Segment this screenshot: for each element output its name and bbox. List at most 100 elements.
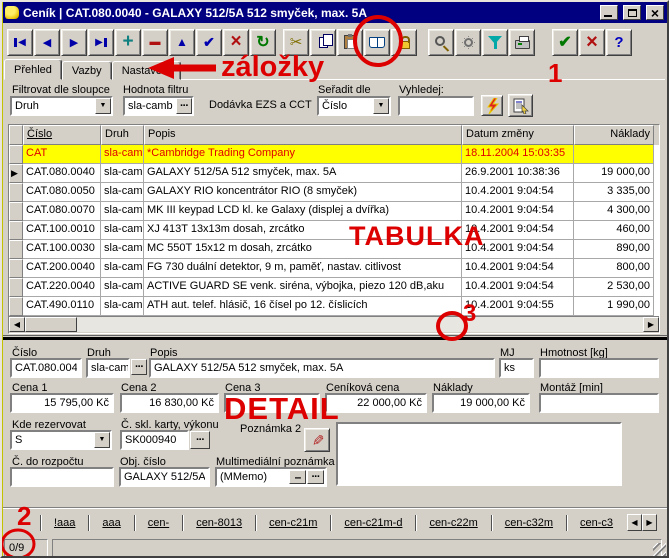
minimize-button[interactable]	[600, 5, 618, 20]
maximize-button[interactable]	[623, 5, 641, 20]
chevron-down-icon[interactable]	[94, 432, 110, 448]
column-header[interactable]: Číslo	[23, 125, 101, 145]
scroll-right-arrow[interactable]: ▶	[643, 317, 659, 332]
cell: *Cambridge Trading Company	[144, 145, 462, 164]
cislo-field[interactable]	[10, 358, 82, 378]
cena1-field[interactable]	[10, 393, 114, 413]
mmemo-field[interactable]: (MMemo)	[215, 467, 327, 487]
copy-button[interactable]	[310, 29, 336, 56]
tab-vazby[interactable]: Vazby	[62, 61, 112, 80]
scroll-thumb[interactable]	[25, 317, 77, 332]
cena3-field[interactable]	[224, 393, 320, 413]
mmemo-open-button[interactable]	[307, 470, 324, 484]
table-row[interactable]: ▶CAT.080.0040sla-cambGALAXY 512/5A 512 s…	[9, 164, 659, 183]
scroll-left-arrow[interactable]: ◀	[9, 317, 25, 332]
mj-field[interactable]	[499, 358, 534, 378]
title-bar[interactable]: Ceník | CAT.080.0040 - GALAXY 512/5A 512…	[2, 2, 667, 23]
document-select-icon	[513, 98, 529, 114]
resize-grip[interactable]	[653, 543, 666, 556]
cena2-field[interactable]	[120, 393, 219, 413]
bottom-tab[interactable]: cen-c21m	[256, 515, 330, 531]
settings-button[interactable]	[455, 29, 481, 56]
cancel-button[interactable]	[579, 29, 605, 56]
filter-value-input[interactable]: sla-camb	[123, 96, 194, 116]
chevron-down-icon[interactable]	[373, 98, 389, 114]
cell: 1 990,00	[574, 297, 654, 316]
montaz-field[interactable]	[539, 393, 659, 413]
first-record-button[interactable]	[7, 29, 33, 56]
cancel-edit-button[interactable]	[223, 29, 249, 56]
delete-record-button[interactable]	[142, 29, 168, 56]
grid-hscrollbar[interactable]: ◀ ▶	[9, 316, 659, 332]
scroll-track[interactable]	[77, 317, 643, 332]
column-header[interactable]: Datum změny	[462, 125, 574, 145]
ellipsis-icon[interactable]	[176, 98, 192, 114]
bottom-tab[interactable]: cen-	[135, 515, 182, 531]
post-edit-button[interactable]	[196, 29, 222, 56]
insert-record-button[interactable]	[115, 29, 141, 56]
table-row[interactable]: CAT.100.0010sla-cambXJ 413T 13x13m dosah…	[9, 221, 659, 240]
table-row[interactable]: CAT.490.0110sla-cambATH aut. telef. hlás…	[9, 297, 659, 316]
cut-button[interactable]	[283, 29, 309, 56]
druh-lookup-button[interactable]	[131, 359, 147, 375]
next-record-button[interactable]	[61, 29, 87, 56]
table-row[interactable]: CAT.080.0050sla-cambGALAXY RIO koncentrá…	[9, 183, 659, 202]
prior-record-button[interactable]	[34, 29, 60, 56]
bottom-tab[interactable]: cen-c22m	[416, 515, 490, 531]
chevron-down-icon[interactable]	[95, 98, 111, 114]
paste-button[interactable]	[337, 29, 363, 56]
druh-field[interactable]: sla-camb	[86, 358, 130, 378]
tabs-scroll-right-arrow[interactable]: ▶	[642, 514, 657, 531]
hmotnost-field[interactable]	[539, 358, 659, 378]
table-row[interactable]: CAT.100.0030sla-cambMC 550T 15x12 m dosa…	[9, 240, 659, 259]
confirm-button[interactable]	[552, 29, 578, 56]
refresh-button[interactable]	[250, 29, 276, 56]
naklady-field[interactable]	[432, 393, 530, 413]
price-list-book-button[interactable]	[364, 29, 390, 56]
filter-button[interactable]	[482, 29, 508, 56]
skl-karty-field[interactable]	[120, 430, 189, 450]
mmemo-minus-button[interactable]	[289, 470, 306, 484]
popis-field[interactable]	[149, 358, 495, 378]
cell: CAT.490.0110	[23, 297, 101, 316]
filter-column-combo[interactable]: Druh	[10, 96, 113, 116]
bottom-tab[interactable]: !aaa	[41, 515, 88, 531]
poznamka2-textarea[interactable]	[336, 422, 622, 486]
rozpocet-field[interactable]	[10, 467, 114, 487]
report-lookup-button[interactable]	[508, 94, 533, 117]
table-row[interactable]: CATsla-camb*Cambridge Trading Company18.…	[9, 145, 659, 164]
tabs-scroll-left-arrow[interactable]: ◀	[627, 514, 642, 531]
tab-prehled[interactable]: Přehled	[4, 59, 62, 80]
search-input[interactable]	[398, 96, 474, 116]
sort-value: Číslo	[322, 100, 347, 112]
search-button[interactable]	[428, 29, 454, 56]
bottom-tab[interactable]: cen-c21m-d	[331, 515, 415, 531]
edit-record-button[interactable]	[169, 29, 195, 56]
obj-cislo-field[interactable]	[119, 467, 210, 487]
bottom-tab[interactable]: cen-8013	[183, 515, 255, 531]
row-indicator	[9, 145, 23, 164]
print-button[interactable]	[509, 29, 535, 56]
tab-nastaveni[interactable]: Nastavení	[112, 61, 182, 80]
table-row[interactable]: CAT.200.0040sla-cambFG 730 duální detekt…	[9, 259, 659, 278]
bottom-tab[interactable]: cen-c32m	[492, 515, 566, 531]
cenikova-field[interactable]	[325, 393, 427, 413]
column-header[interactable]: Popis	[144, 125, 462, 145]
table-row[interactable]: CAT.080.0070sla-cambMK III keypad LCD kl…	[9, 202, 659, 221]
close-button[interactable]	[646, 5, 664, 20]
permissions-lock-button[interactable]	[391, 29, 417, 56]
kde-rezervovat-combo[interactable]: S	[10, 430, 112, 450]
skl-karty-lookup-button[interactable]	[190, 431, 210, 449]
table-row[interactable]: CAT.220.0040sla-cambACTIVE GUARD SE venk…	[9, 278, 659, 297]
cell: 10.4.2001 9:04:54	[462, 240, 574, 259]
last-record-button[interactable]	[88, 29, 114, 56]
quick-filter-button[interactable]	[481, 95, 503, 116]
column-header[interactable]: Druh	[101, 125, 144, 145]
sort-combo[interactable]: Číslo	[317, 96, 391, 116]
bottom-tab[interactable]: aaa	[89, 515, 133, 531]
note-button[interactable]	[304, 428, 330, 452]
help-button[interactable]	[606, 29, 632, 56]
cell: 10.4.2001 9:04:54	[462, 202, 574, 221]
bottom-tab[interactable]: cen-c3	[567, 515, 626, 531]
column-header[interactable]: Náklady	[574, 125, 654, 145]
